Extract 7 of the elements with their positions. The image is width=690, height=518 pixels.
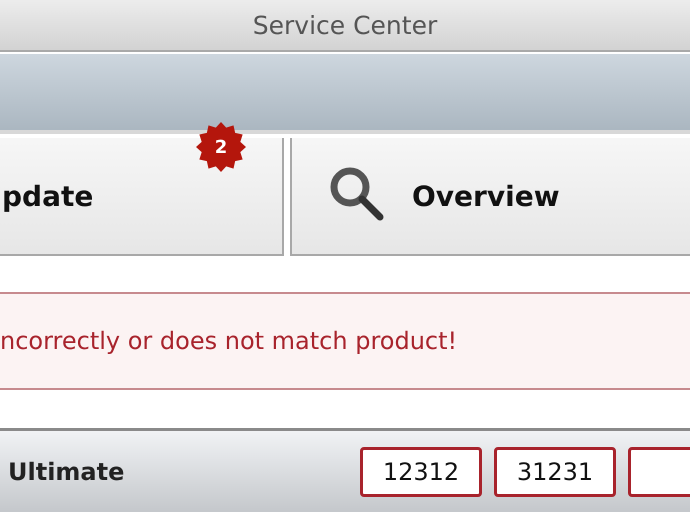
tab-button[interactable]: Overview xyxy=(290,138,690,256)
input-field[interactable]: 31231 xyxy=(494,446,616,496)
error-message: ncorrectly or does not match product! xyxy=(0,327,458,355)
window-title: Service Center xyxy=(252,10,438,40)
count-badge: 2 xyxy=(196,122,246,172)
input-field[interactable]: 12312 xyxy=(360,446,482,496)
product-name: Ultimate xyxy=(7,458,126,486)
